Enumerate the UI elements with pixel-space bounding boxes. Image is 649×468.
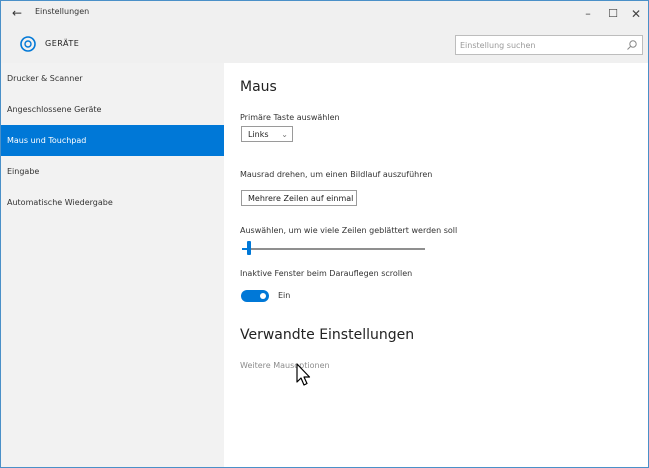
scroll-lines-label: Auswählen, um wie viele Zeilen geblätter… xyxy=(240,226,458,235)
primary-button-value: Links xyxy=(248,130,269,139)
main-content: Maus Primäre Taste auswählen Links ⌄ Mau… xyxy=(224,63,648,467)
sidebar-item-angeschlossene-geraete[interactable]: Angeschlossene Geräte xyxy=(1,94,224,125)
inactive-scroll-toggle[interactable] xyxy=(241,290,269,302)
sidebar: Drucker & Scanner Angeschlossene Geräte … xyxy=(1,63,224,467)
primary-button-dropdown[interactable]: Links ⌄ xyxy=(241,126,293,142)
inactive-scroll-label: Inaktive Fenster beim Darauflegen scroll… xyxy=(240,269,413,278)
related-settings-title: Verwandte Einstellungen xyxy=(240,327,415,343)
scroll-lines-slider-thumb[interactable] xyxy=(247,241,251,255)
sidebar-item-automatische-wiedergabe[interactable]: Automatische Wiedergabe xyxy=(1,187,224,218)
toggle-knob xyxy=(260,293,266,299)
chevron-down-icon: ⌄ xyxy=(345,194,352,203)
mouse-pointer-icon xyxy=(296,363,311,386)
devices-gear-icon xyxy=(20,36,36,52)
scroll-setting-label: Mausrad drehen, um einen Bildlauf auszuf… xyxy=(240,170,433,179)
search-box[interactable] xyxy=(455,35,643,55)
sidebar-item-maus-touchpad[interactable]: Maus und Touchpad xyxy=(1,125,224,156)
primary-button-label: Primäre Taste auswählen xyxy=(240,113,340,122)
scroll-mode-dropdown[interactable]: Mehrere Zeilen auf einmal ⌄ xyxy=(241,190,357,206)
search-icon[interactable] xyxy=(626,39,638,51)
title-bar: ← Einstellungen – ☐ ✕ xyxy=(1,1,648,27)
chevron-down-icon: ⌄ xyxy=(281,130,288,139)
back-arrow-icon[interactable]: ← xyxy=(7,3,27,23)
settings-window: ← Einstellungen – ☐ ✕ GERÄTE Drucker & S… xyxy=(0,0,649,468)
scroll-lines-slider-track[interactable] xyxy=(242,248,425,250)
close-button[interactable]: ✕ xyxy=(621,1,648,27)
page-title: Maus xyxy=(240,79,277,95)
toggle-state-label: Ein xyxy=(278,291,291,300)
page-header: GERÄTE xyxy=(1,27,648,63)
more-mouse-options-link[interactable]: Weitere Mausoptionen xyxy=(240,361,330,370)
sidebar-item-eingabe[interactable]: Eingabe xyxy=(1,156,224,187)
sidebar-item-drucker-scanner[interactable]: Drucker & Scanner xyxy=(1,63,224,94)
window-title: Einstellungen xyxy=(35,7,90,16)
section-title: GERÄTE xyxy=(45,39,80,48)
search-input[interactable] xyxy=(456,36,620,54)
scroll-mode-value: Mehrere Zeilen auf einmal xyxy=(248,194,354,203)
